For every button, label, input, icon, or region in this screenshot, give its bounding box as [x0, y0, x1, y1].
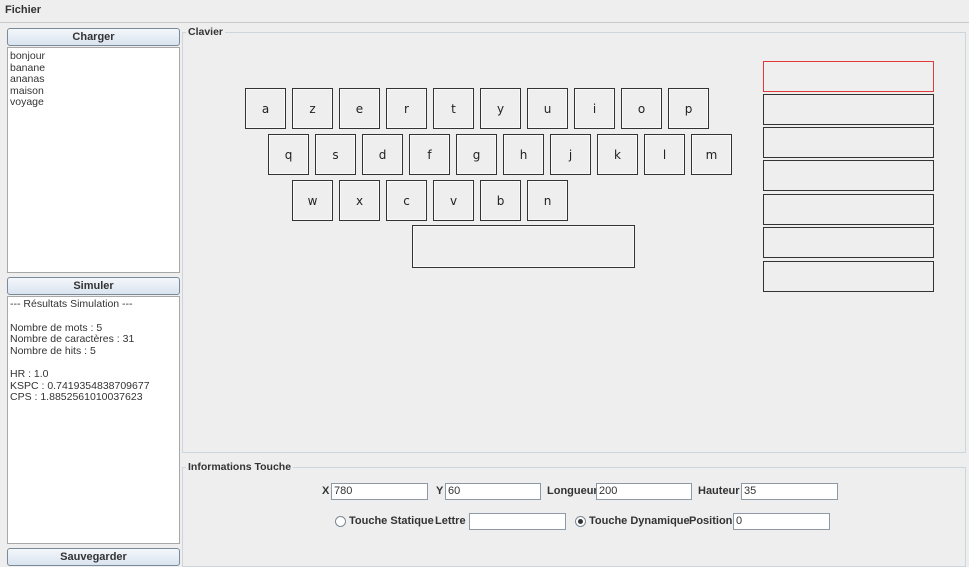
- touche-dynamique-label[interactable]: Touche Dynamique: [589, 515, 690, 527]
- key-x[interactable]: x: [339, 180, 380, 221]
- suggestion-slot-3[interactable]: [763, 127, 934, 158]
- sauvegarder-button[interactable]: Sauvegarder: [7, 548, 180, 566]
- position-field[interactable]: 0: [733, 513, 830, 530]
- key-a[interactable]: a: [245, 88, 286, 129]
- suggestion-slot-5[interactable]: [763, 194, 934, 225]
- key-h[interactable]: h: [503, 134, 544, 175]
- results-line: Nombre de hits : 5: [10, 344, 96, 357]
- results-textarea[interactable]: --- Résultats Simulation --- Nombre de m…: [7, 296, 180, 544]
- key-f[interactable]: f: [409, 134, 450, 175]
- x-label: X: [322, 485, 330, 497]
- position-label: Position: [689, 515, 733, 527]
- key-r[interactable]: r: [386, 88, 427, 129]
- results-line: --- Résultats Simulation ---: [10, 298, 133, 310]
- hauteur-field[interactable]: 35: [741, 483, 838, 500]
- touche-statique-label[interactable]: Touche Statique: [349, 515, 434, 527]
- word-list[interactable]: bonjour banane ananas maison voyage: [7, 47, 180, 273]
- menu-bar: Fichier: [0, 0, 969, 23]
- key-z[interactable]: z: [292, 88, 333, 129]
- longueur-field[interactable]: 200: [596, 483, 692, 500]
- key-n[interactable]: n: [527, 180, 568, 221]
- key-j[interactable]: j: [550, 134, 591, 175]
- longueur-label: Longueur: [547, 485, 598, 497]
- results-line: Nombre de caractères : 31: [10, 333, 135, 345]
- y-field[interactable]: 60: [445, 483, 541, 500]
- list-item[interactable]: voyage: [8, 96, 179, 109]
- lettre-field[interactable]: [469, 513, 566, 530]
- key-m[interactable]: m: [691, 134, 732, 175]
- key-v[interactable]: v: [433, 180, 474, 221]
- results-line: HR : 1.0: [10, 368, 49, 380]
- key-s[interactable]: s: [315, 134, 356, 175]
- x-field[interactable]: 780: [331, 483, 428, 500]
- hauteur-label: Hauteur: [698, 485, 740, 497]
- menu-fichier[interactable]: Fichier: [5, 4, 41, 16]
- y-label: Y: [436, 485, 444, 497]
- suggestion-slot-7[interactable]: [763, 261, 934, 292]
- key-o[interactable]: o: [621, 88, 662, 129]
- results-line: CPS : 1.8852561010037623: [10, 391, 143, 403]
- touche-statique-radio[interactable]: [335, 516, 346, 527]
- clavier-title: Clavier: [186, 26, 226, 38]
- lettre-label: Lettre: [435, 515, 466, 527]
- key-i[interactable]: i: [574, 88, 615, 129]
- space-key[interactable]: [412, 225, 635, 268]
- list-item[interactable]: bonjour: [8, 50, 179, 63]
- key-l[interactable]: l: [644, 134, 685, 175]
- key-q[interactable]: q: [268, 134, 309, 175]
- key-p[interactable]: p: [668, 88, 709, 129]
- touche-dynamique-radio[interactable]: [575, 516, 586, 527]
- charger-button[interactable]: Charger: [7, 28, 180, 46]
- key-w[interactable]: w: [292, 180, 333, 221]
- list-item[interactable]: ananas: [8, 73, 179, 86]
- suggestion-slot-4[interactable]: [763, 160, 934, 191]
- suggestion-slot-2[interactable]: [763, 94, 934, 125]
- key-g[interactable]: g: [456, 134, 497, 175]
- suggestion-slot-6[interactable]: [763, 227, 934, 258]
- results-line: [8, 311, 179, 323]
- suggestion-slot-1[interactable]: [763, 61, 934, 92]
- simuler-button[interactable]: Simuler: [7, 277, 180, 295]
- key-c[interactable]: c: [386, 180, 427, 221]
- key-e[interactable]: e: [339, 88, 380, 129]
- key-b[interactable]: b: [480, 180, 521, 221]
- key-y[interactable]: y: [480, 88, 521, 129]
- key-d[interactable]: d: [362, 134, 403, 175]
- info-title: Informations Touche: [186, 461, 294, 473]
- key-k[interactable]: k: [597, 134, 638, 175]
- key-u[interactable]: u: [527, 88, 568, 129]
- info-group: [182, 467, 966, 567]
- key-t[interactable]: t: [433, 88, 474, 129]
